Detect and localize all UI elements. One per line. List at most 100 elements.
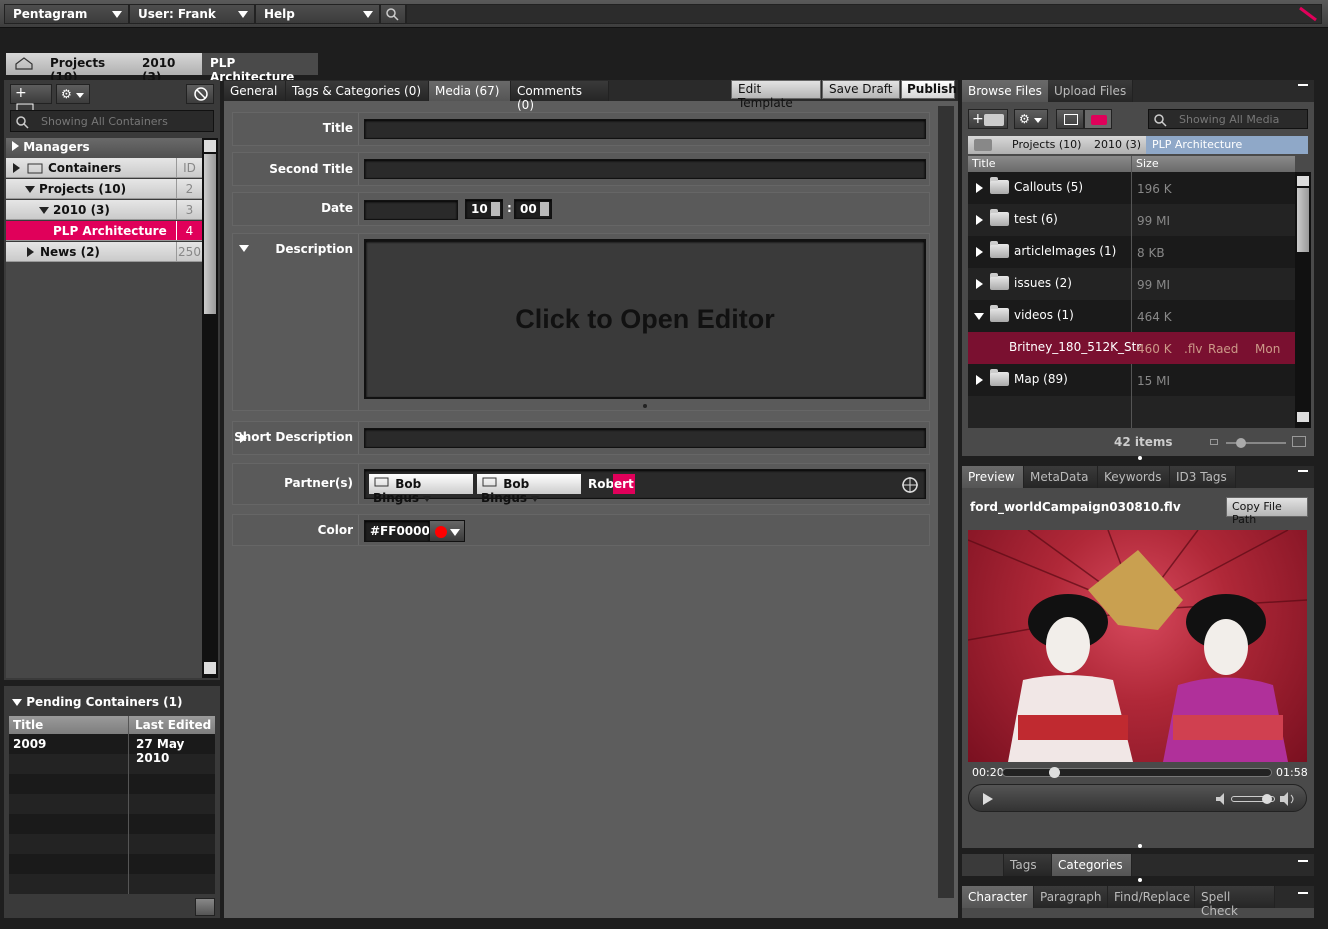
list-item[interactable]: Map (89) 15 MI (968, 364, 1295, 396)
color-picker-button[interactable] (429, 520, 465, 542)
tab-media[interactable]: Media (67) (429, 81, 511, 101)
video-preview[interactable] (968, 530, 1307, 762)
panel-resize-handle[interactable] (1138, 878, 1142, 882)
chevron-down-icon[interactable] (531, 496, 540, 502)
partner-token[interactable]: Bob Bingus (369, 474, 473, 505)
minimize-icon[interactable] (1298, 860, 1308, 862)
user-menu[interactable]: User: Frank (129, 4, 255, 24)
date-input[interactable] (364, 200, 458, 220)
tab-upload-files[interactable]: Upload Files (1048, 80, 1134, 102)
tab-spell-check[interactable]: Spell Check (1195, 886, 1275, 918)
table-row[interactable]: 2009 27 May 2010 (9, 734, 215, 765)
list-view-button[interactable] (1056, 109, 1084, 129)
list-item[interactable]: test (6) 99 MI (968, 204, 1295, 236)
tab-comments[interactable]: Comments (0) (511, 81, 609, 112)
tree-item-2010[interactable]: 2010 (3) 3 (6, 200, 202, 220)
tab-character[interactable]: Character (962, 886, 1034, 908)
tab-blank[interactable] (962, 854, 1004, 876)
tab-categories[interactable]: Categories (1052, 854, 1132, 876)
home-crumb[interactable] (6, 53, 42, 75)
chevron-down-icon[interactable] (423, 496, 432, 502)
col-last-edited[interactable]: Last Edited (135, 718, 211, 732)
panel-resize-handle[interactable] (1138, 456, 1142, 460)
minimize-icon[interactable] (1298, 84, 1308, 86)
thumbnail-view-button[interactable] (1084, 109, 1112, 129)
scroll-down-button[interactable] (204, 662, 216, 674)
scroll-up-button[interactable] (1297, 176, 1309, 186)
chevron-right-icon[interactable] (976, 279, 983, 289)
crumb-year[interactable]: 2010 (3) (134, 53, 202, 84)
partners-input[interactable]: Bob Bingus Bob Bingus Rob ert (364, 469, 926, 505)
chevron-right-icon[interactable] (976, 247, 983, 257)
color-hex-input[interactable]: #FF0000 (364, 520, 430, 542)
pen-icon[interactable] (1298, 6, 1318, 22)
global-search-input[interactable] (406, 4, 1322, 24)
list-item[interactable]: Callouts (5) 196 K (968, 172, 1295, 204)
col-title[interactable]: Title (972, 157, 996, 170)
global-search-button[interactable] (380, 4, 406, 24)
slider-knob[interactable] (1236, 438, 1246, 448)
crosshair-icon[interactable] (901, 476, 919, 494)
tree-item-news[interactable]: News (2) 250 (6, 242, 202, 262)
tab-preview[interactable]: Preview (962, 466, 1024, 488)
clear-filter-button[interactable] (186, 84, 214, 104)
minute-stepper[interactable]: 00 (514, 199, 552, 219)
col-size[interactable]: Size (1136, 157, 1159, 170)
copy-file-path-button[interactable]: Copy File Path (1226, 497, 1308, 526)
edit-template-button[interactable]: Edit Template (731, 80, 821, 110)
short-description-input[interactable] (364, 428, 926, 448)
file-scrollbar[interactable] (1295, 172, 1311, 428)
tree-item-containers[interactable]: Containers ID (6, 158, 202, 178)
list-item[interactable]: articleImages (1) 8 KB (968, 236, 1295, 268)
list-item-selected[interactable]: Britney_180_512K_Str 460 K .flv Raed Mon (968, 332, 1295, 364)
file-crumb-year[interactable]: 2010 (3) (1094, 138, 1141, 151)
tab-general[interactable]: General (224, 81, 286, 101)
chevron-right-icon[interactable] (976, 215, 983, 225)
col-title[interactable]: Title (13, 718, 43, 732)
add-folder-button[interactable]: + (968, 109, 1008, 129)
chevron-right-icon[interactable] (976, 375, 983, 385)
file-crumb-projects[interactable]: Projects (10) (1012, 138, 1081, 151)
title-input[interactable] (364, 119, 926, 139)
tab-keywords[interactable]: Keywords (1098, 466, 1170, 488)
volume-slider[interactable] (1231, 794, 1275, 804)
stepper-arrows-icon[interactable] (540, 202, 549, 216)
volume-low-icon[interactable] (1215, 792, 1227, 806)
scroll-up-button[interactable] (204, 140, 216, 152)
list-item[interactable]: videos (1) 464 K (968, 300, 1295, 332)
tree-scrollbar[interactable] (202, 138, 218, 678)
chevron-down-icon[interactable] (974, 313, 984, 320)
tab-find-replace[interactable]: Find/Replace (1108, 886, 1195, 908)
tree-item-plp-architecture[interactable]: PLP Architecture 4 (6, 221, 202, 241)
tab-tags[interactable]: Tags (1004, 854, 1052, 876)
panel-resize-handle[interactable] (1138, 844, 1142, 848)
help-menu[interactable]: Help (255, 4, 380, 24)
scroll-thumb[interactable] (1297, 188, 1309, 252)
container-search-input[interactable]: Showing All Containers (10, 110, 214, 132)
seek-bar[interactable] (1002, 767, 1272, 778)
app-menu[interactable]: Pentagram (4, 4, 129, 24)
tab-browse-files[interactable]: Browse Files (962, 80, 1049, 102)
folder-icon[interactable] (974, 139, 992, 151)
pending-resize-handle[interactable] (195, 898, 215, 916)
save-draft-button[interactable]: Save Draft (822, 80, 900, 99)
volume-knob[interactable] (1262, 794, 1272, 804)
tree-managers[interactable]: Managers (6, 138, 202, 158)
partner-token[interactable]: Bob Bingus (477, 474, 581, 505)
tab-paragraph[interactable]: Paragraph (1034, 886, 1108, 908)
list-item[interactable]: issues (2) 99 MI (968, 268, 1295, 300)
play-icon[interactable] (983, 793, 993, 805)
tab-tags-categories[interactable]: Tags & Categories (0) (286, 81, 429, 101)
pending-header[interactable]: Pending Containers (1) (12, 695, 182, 709)
minimize-icon[interactable] (1298, 892, 1308, 894)
file-settings-button[interactable]: ⚙ (1014, 109, 1048, 129)
seek-knob[interactable] (1048, 767, 1060, 778)
description-editor[interactable]: Click to Open Editor (364, 239, 926, 399)
publish-button[interactable]: Publish (901, 80, 957, 99)
scroll-thumb[interactable] (204, 154, 216, 314)
stepper-arrows-icon[interactable] (491, 202, 500, 216)
settings-menu-button[interactable]: ⚙ (56, 84, 90, 104)
tree-item-projects[interactable]: Projects (10) 2 (6, 179, 202, 199)
second-title-input[interactable] (364, 159, 926, 179)
editor-scrollbar[interactable] (938, 106, 954, 898)
